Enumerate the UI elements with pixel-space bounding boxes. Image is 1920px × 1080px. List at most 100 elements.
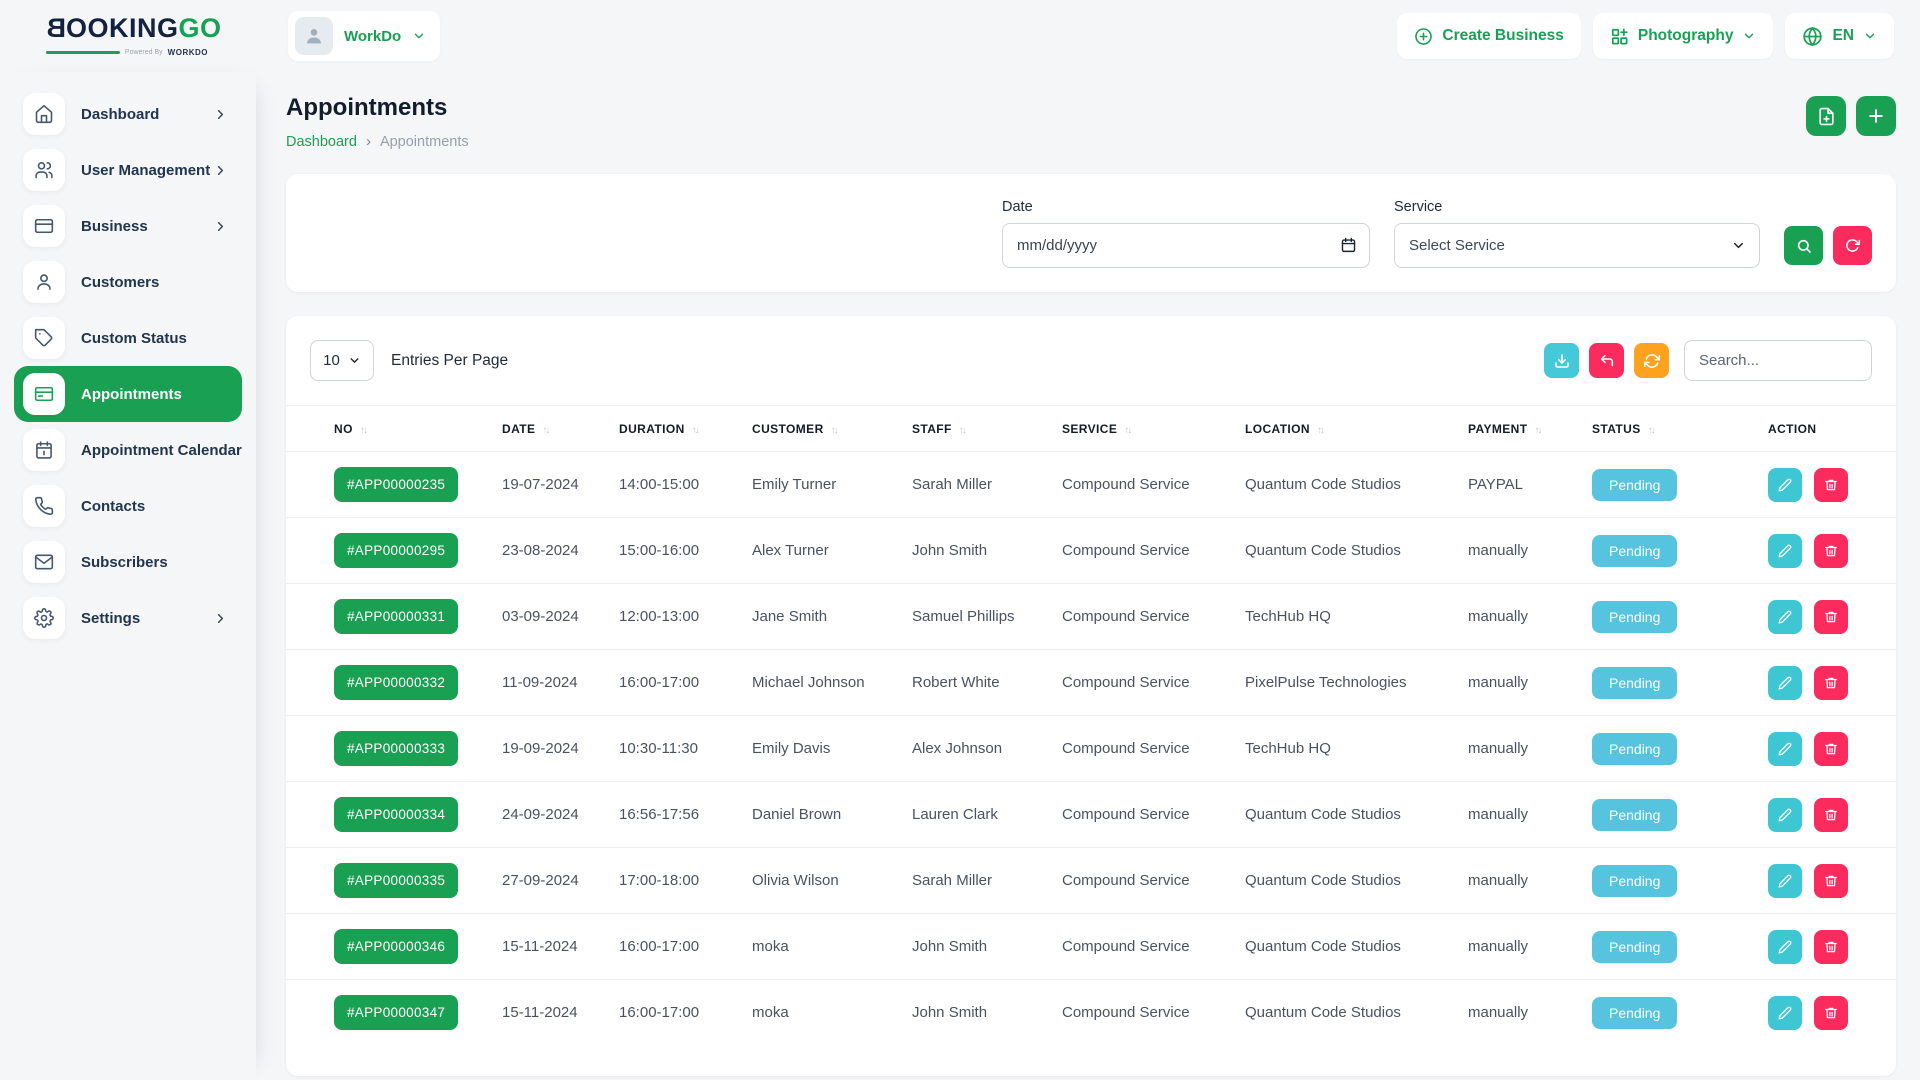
appointment-id-badge[interactable]: #APP00000346 [334, 929, 458, 964]
column-header-status[interactable]: STATUS↑↓ [1592, 406, 1768, 452]
chevron-right-icon [213, 107, 228, 122]
appointment-id-badge[interactable]: #APP00000347 [334, 995, 458, 1030]
brand-logo-text: BOOKINGGO [46, 15, 256, 42]
workspace-switcher[interactable]: WorkDo [288, 11, 440, 61]
sidebar-item-subscribers[interactable]: Subscribers [14, 534, 242, 590]
edit-button[interactable] [1768, 996, 1802, 1030]
business-type-dropdown[interactable]: Photography [1593, 13, 1774, 59]
reset-filter-button[interactable] [1833, 226, 1872, 265]
cell-service: Compound Service [1062, 584, 1245, 650]
edit-button[interactable] [1768, 534, 1802, 568]
status-badge: Pending [1592, 865, 1677, 897]
sidebar-item-user-management[interactable]: User Management [14, 142, 242, 198]
appointment-id-badge[interactable]: #APP00000334 [334, 797, 458, 832]
entries-per-page-select[interactable]: 10 [310, 340, 374, 381]
sidebar-item-contacts[interactable]: Contacts [14, 478, 242, 534]
appointment-id-badge[interactable]: #APP00000331 [334, 599, 458, 634]
edit-button[interactable] [1768, 468, 1802, 502]
filter-panel: Date Service Select Service [286, 174, 1896, 292]
sidebar-item-appointments[interactable]: Appointments [14, 366, 242, 422]
column-header-action: ACTION [1768, 406, 1896, 452]
cell-duration: 15:00-16:00 [619, 518, 752, 584]
cell-payment: manually [1468, 914, 1592, 980]
column-header-service[interactable]: SERVICE↑↓ [1062, 406, 1245, 452]
delete-button[interactable] [1814, 930, 1848, 964]
cell-location: Quantum Code Studios [1245, 914, 1468, 980]
cell-location: Quantum Code Studios [1245, 848, 1468, 914]
undo-button[interactable] [1589, 343, 1624, 378]
language-dropdown[interactable]: EN [1785, 13, 1894, 59]
sidebar-item-dashboard[interactable]: Dashboard [14, 86, 242, 142]
sidebar-item-appointment-calendar[interactable]: Appointment Calendar [14, 422, 242, 478]
download-button[interactable] [1544, 343, 1579, 378]
booking-card-icon [23, 373, 65, 415]
pencil-icon [1778, 1006, 1792, 1020]
delete-button[interactable] [1814, 864, 1848, 898]
add-appointment-button[interactable] [1856, 96, 1896, 136]
appointment-row: #APP00000346 15-11-2024 16:00-17:00 moka… [286, 914, 1896, 980]
delete-button[interactable] [1814, 600, 1848, 634]
trash-icon [1824, 676, 1838, 690]
appointment-row: #APP00000334 24-09-2024 16:56-17:56 Dani… [286, 782, 1896, 848]
cell-staff: John Smith [912, 914, 1062, 980]
appointment-id-badge[interactable]: #APP00000332 [334, 665, 458, 700]
sidebar-item-custom-status[interactable]: Custom Status [14, 310, 242, 366]
cell-staff: Lauren Clark [912, 782, 1062, 848]
column-header-staff[interactable]: STAFF↑↓ [912, 406, 1062, 452]
create-business-button[interactable]: Create Business [1397, 13, 1580, 59]
delete-button[interactable] [1814, 996, 1848, 1030]
edit-button[interactable] [1768, 864, 1802, 898]
column-header-location[interactable]: LOCATION↑↓ [1245, 406, 1468, 452]
table-search-input[interactable] [1684, 340, 1872, 381]
edit-button[interactable] [1768, 930, 1802, 964]
cell-payment: manually [1468, 782, 1592, 848]
delete-button[interactable] [1814, 468, 1848, 502]
delete-button[interactable] [1814, 534, 1848, 568]
delete-button[interactable] [1814, 798, 1848, 832]
cell-location: Quantum Code Studios [1245, 518, 1468, 584]
export-file-button[interactable] [1806, 96, 1846, 136]
sidebar-item-customers[interactable]: Customers [14, 254, 242, 310]
cell-staff: John Smith [912, 980, 1062, 1046]
sidebar-item-settings[interactable]: Settings [14, 590, 242, 646]
column-header-payment[interactable]: PAYMENT↑↓ [1468, 406, 1592, 452]
brand-logo[interactable]: BOOKINGGO Powered By WORKDO [0, 15, 256, 57]
appointment-id-badge[interactable]: #APP00000295 [334, 533, 458, 568]
column-header-duration[interactable]: DURATION↑↓ [619, 406, 752, 452]
edit-button[interactable] [1768, 600, 1802, 634]
cell-customer: moka [752, 914, 912, 980]
service-filter-select[interactable]: Select Service [1394, 223, 1760, 268]
status-badge: Pending [1592, 535, 1677, 567]
cell-date: 15-11-2024 [502, 980, 619, 1046]
delete-button[interactable] [1814, 732, 1848, 766]
appointment-id-badge[interactable]: #APP00000235 [334, 467, 458, 502]
sidebar-item-business[interactable]: Business [14, 198, 242, 254]
refresh-button[interactable] [1634, 343, 1669, 378]
edit-button[interactable] [1768, 666, 1802, 700]
pencil-icon [1778, 808, 1792, 822]
cell-payment: manually [1468, 980, 1592, 1046]
appointment-row: #APP00000333 19-09-2024 10:30-11:30 Emil… [286, 716, 1896, 782]
sort-icon: ↑↓ [360, 425, 366, 436]
chevron-down-icon [1863, 29, 1877, 43]
powered-by: Powered By WORKDO [46, 48, 208, 57]
date-filter-input[interactable] [1002, 223, 1370, 268]
cell-service: Compound Service [1062, 980, 1245, 1046]
cell-service: Compound Service [1062, 782, 1245, 848]
delete-button[interactable] [1814, 666, 1848, 700]
chevron-down-icon [412, 29, 426, 43]
apply-filter-button[interactable] [1784, 226, 1823, 265]
refresh-icon [1644, 353, 1660, 369]
edit-button[interactable] [1768, 798, 1802, 832]
appointment-id-badge[interactable]: #APP00000333 [334, 731, 458, 766]
pencil-icon [1778, 610, 1792, 624]
appointment-id-badge[interactable]: #APP00000335 [334, 863, 458, 898]
column-header-no[interactable]: NO↑↓ [286, 406, 502, 452]
table-header-row: NO↑↓ DATE↑↓ DURATION↑↓ CUSTOMER↑↓ STAFF↑… [286, 406, 1896, 452]
column-header-customer[interactable]: CUSTOMER↑↓ [752, 406, 912, 452]
header-actions: Create Business Photography EN [1397, 13, 1894, 59]
column-header-date[interactable]: DATE↑↓ [502, 406, 619, 452]
breadcrumb-dashboard-link[interactable]: Dashboard [286, 134, 357, 150]
workspace-avatar [295, 17, 333, 55]
edit-button[interactable] [1768, 732, 1802, 766]
